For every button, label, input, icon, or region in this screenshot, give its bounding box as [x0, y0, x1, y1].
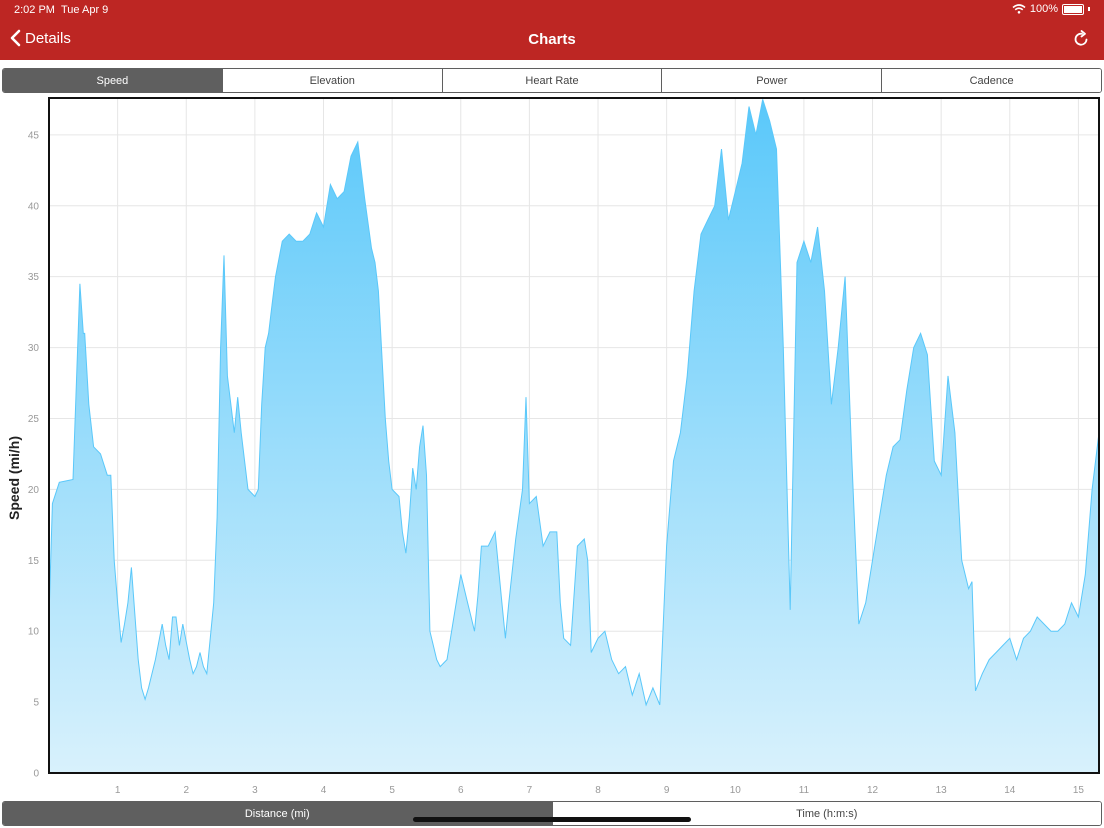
y-tick-label: 25	[28, 414, 40, 425]
tab-heart-rate[interactable]: Heart Rate	[441, 69, 662, 92]
x-tick-label: 2	[183, 785, 189, 796]
x-tick-label: 6	[458, 785, 464, 796]
y-axis-label: Speed (mi/h)	[6, 436, 22, 520]
y-tick-label: 40	[28, 201, 40, 212]
x-tick-label: 9	[664, 785, 670, 796]
x-tick-label: 5	[389, 785, 395, 796]
x-tick-label: 1	[115, 785, 121, 796]
header-bar: 2:02 PM Tue Apr 9 100% Details Charts	[0, 0, 1104, 60]
tab-speed[interactable]: Speed	[3, 69, 222, 92]
y-tick-label: 35	[28, 272, 40, 283]
x-tick-label: 12	[867, 785, 879, 796]
battery-icon	[1062, 3, 1084, 15]
y-tick-label: 30	[28, 343, 40, 354]
y-tick-label: 15	[28, 556, 40, 567]
battery-percent: 100%	[1029, 3, 1058, 15]
refresh-button[interactable]	[1072, 30, 1090, 53]
wifi-icon	[1012, 4, 1026, 14]
y-tick-label: 10	[28, 627, 40, 638]
speed-chart[interactable]: 051015202530354045 1 2 3 4 5 6 7 8 9 10 11 12 13 14 15…	[0, 94, 1104, 798]
page-title: Charts	[528, 31, 576, 48]
tab-power[interactable]: Power	[661, 69, 882, 92]
tab-cadence[interactable]: Cadence	[881, 69, 1101, 92]
x-tick-label: 15	[1073, 785, 1085, 796]
x-axis-ticks: 1 2 3 4 5 6 7 8 9 10 11 12 13 14 15	[115, 785, 1085, 796]
home-indicator	[413, 817, 691, 822]
y-tick-label: 20	[28, 485, 40, 496]
battery-cap	[1088, 7, 1090, 11]
y-tick-label: 5	[33, 698, 39, 709]
x-tick-label: 14	[1004, 785, 1016, 796]
x-tick-label: 13	[936, 785, 948, 796]
x-tick-label: 4	[321, 785, 327, 796]
y-axis-ticks: 0 5 10 15 20 25 30 35 40 45	[28, 130, 40, 779]
tab-elevation[interactable]: Elevation	[221, 69, 442, 92]
x-axis-segmented-control: Distance (mi) Time (h:m:s)	[2, 801, 1102, 826]
x-tick-label: 11	[799, 785, 810, 796]
refresh-icon	[1074, 30, 1088, 46]
status-indicators: 100%	[1012, 3, 1090, 15]
y-tick-label: 45	[28, 130, 40, 141]
x-tick-label: 10	[730, 785, 742, 796]
status-time: 2:02 PM	[14, 4, 55, 16]
y-tick-label: 0	[33, 769, 39, 780]
x-tick-label: 8	[595, 785, 601, 796]
status-date: Tue Apr 9	[61, 4, 109, 16]
x-tick-label: 3	[252, 785, 258, 796]
metric-segmented-control: Speed Elevation Heart Rate Power Cadence	[2, 68, 1102, 93]
x-tick-label: 7	[527, 785, 533, 796]
